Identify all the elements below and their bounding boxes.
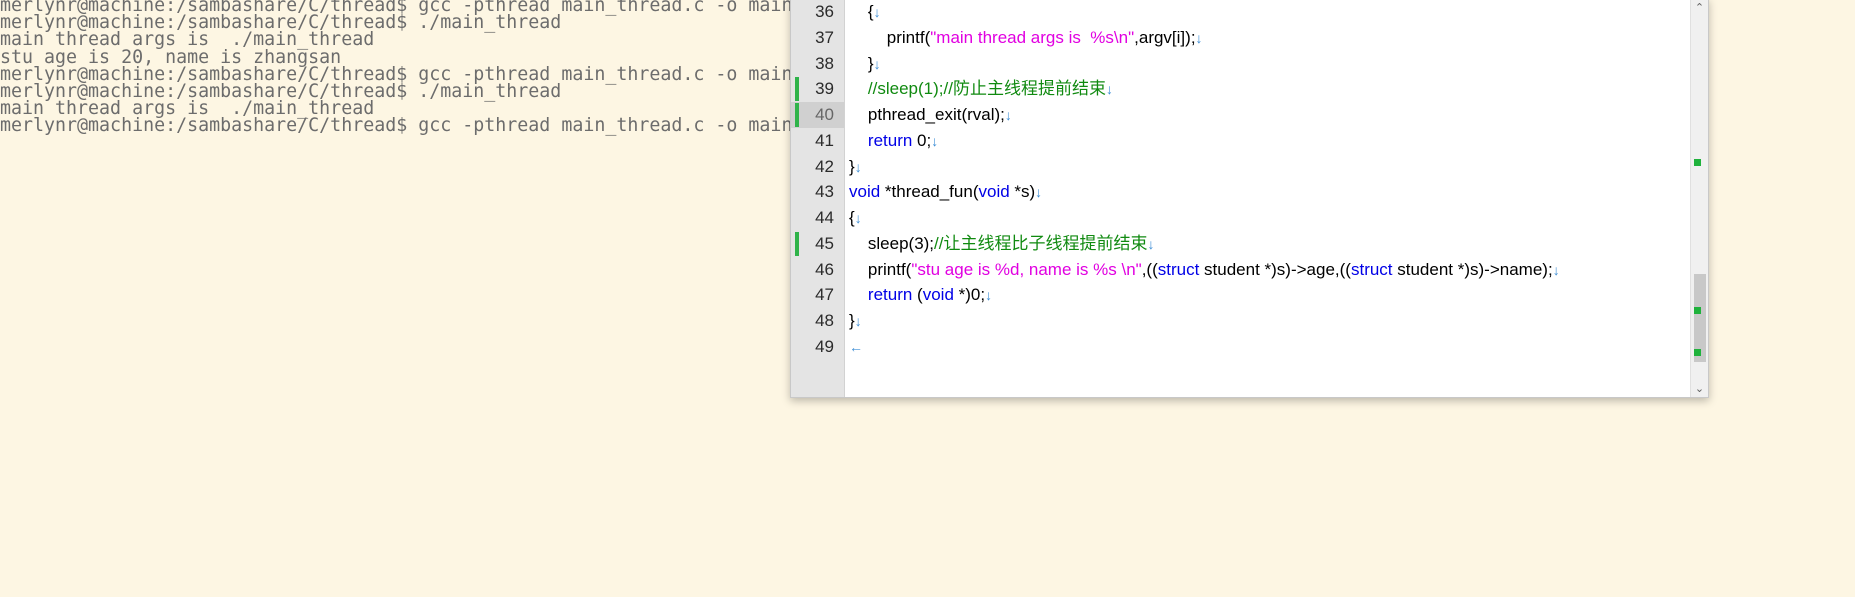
code-text: pthread_exit(rval); [849,105,1005,124]
gutter-row[interactable]: 42 [791,154,844,180]
code-line[interactable]: pthread_exit(rval);↓ [849,102,1012,128]
gutter-row[interactable]: 38 [791,51,844,77]
change-overview-mark [1694,159,1701,166]
code-line[interactable]: {↓ [849,205,862,231]
changed-line-marker [795,103,799,127]
gutter-row[interactable]: 44 [791,205,844,231]
code-text: 0; [912,130,932,150]
line-number: 39 [815,79,834,99]
changed-line-marker [795,231,799,256]
changed-line-marker [795,77,799,101]
code-text: sleep(3); [849,233,935,253]
scroll-up-arrow-icon[interactable]: ⌃ [1691,0,1708,16]
code-text: printf( [849,259,912,279]
line-number: 37 [815,27,834,47]
vertical-scrollbar[interactable]: ⌃ ⌄ [1690,0,1708,397]
code-text: printf( [849,27,931,47]
gutter-row[interactable]: 49 [791,334,844,360]
code-keyword: void [922,285,954,305]
code-line[interactable]: return (void *)0;↓ [849,282,992,308]
code-string: "main thread args is %s\n" [930,27,1135,47]
line-number: 36 [815,2,834,21]
code-line[interactable]: ← [849,334,863,360]
code-text: *)0; [953,285,986,305]
gutter-row[interactable]: 36 [791,0,844,25]
newline-marker-icon: ↓ [1105,81,1113,98]
newline-marker-icon: ↓ [1004,107,1012,123]
code-keyword: struct [1157,259,1200,279]
code-text: student *)s)->age,(( [1199,259,1351,279]
code-keyword: return [867,130,913,150]
code-line[interactable]: printf("main thread args is %s\n",argv[i… [849,25,1203,51]
code-line[interactable]: {↓ [849,0,881,25]
code-keyword: return [867,285,913,305]
newline-marker-icon: ↓ [1552,261,1560,278]
desktop: merlynr@machine:/sambashare/C/thread$ gc… [0,0,1855,597]
newline-marker-icon: ↓ [873,55,881,72]
code-comment: //sleep(1);//防止主线程提前结束 [867,79,1106,99]
newline-marker-icon: ↓ [854,313,862,329]
code-text: ( [912,285,923,305]
line-number: 48 [815,311,834,330]
code-keyword: void [849,182,881,202]
newline-marker-icon: ↓ [1147,235,1155,252]
code-line[interactable]: }↓ [849,308,862,334]
line-number: 38 [815,53,834,73]
line-number: 47 [815,285,834,305]
line-number: 41 [815,130,834,150]
gutter-row[interactable]: 41 [791,128,844,154]
newline-marker-icon: ↓ [985,287,993,304]
code-line[interactable]: }↓ [849,154,862,180]
change-overview-mark [1694,349,1701,356]
line-number: 43 [815,182,834,202]
newline-marker-icon: ↓ [873,4,881,20]
code-line[interactable]: }↓ [849,51,881,77]
line-number: 40 [815,105,834,124]
code-text: } [849,53,874,73]
code-text: { [849,2,874,21]
code-line[interactable]: return 0;↓ [849,128,938,154]
change-overview-mark [1694,307,1701,314]
code-line[interactable]: //sleep(1);//防止主线程提前结束↓ [849,76,1113,102]
gutter-row[interactable]: 47 [791,282,844,308]
terminal-line: main thread args is ./main_thread [0,29,375,51]
code-line[interactable]: printf("stu age is %d, name is %s \n",((… [849,257,1560,283]
code-string: "stu age is %d, name is %s \n" [911,259,1142,279]
code-text: student *)s)->name); [1392,259,1553,279]
code-keyword: struct [1350,259,1393,279]
line-number: 49 [815,336,834,356]
code-text: *thread_fun( [880,182,979,202]
line-number-gutter: 36 37 38 39 40 41 42 43 44 45 46 47 48 49 [791,0,845,397]
gutter-row[interactable]: 48 [791,308,844,334]
line-number: 45 [815,233,834,253]
code-text: ,(( [1141,259,1158,279]
terminal-window[interactable]: merlynr@machine:/sambashare/C/thread$ gc… [0,0,800,597]
newline-marker-icon: ↓ [854,158,862,175]
gutter-row[interactable]: 43 [791,179,844,205]
scroll-down-arrow-icon[interactable]: ⌄ [1691,380,1708,397]
code-keyword: void [978,182,1010,202]
gutter-row[interactable]: 37 [791,25,844,51]
terminal-line: merlynr@machine:/sambashare/C/thread$ gc… [0,115,800,137]
code-area[interactable]: {↓ printf("main thread args is %s\n",arg… [849,0,1649,397]
newline-marker-icon: ↓ [1195,29,1203,46]
line-number: 46 [815,259,834,279]
code-editor-window[interactable]: 36 37 38 39 40 41 42 43 44 45 46 47 48 49 {↓ printf("… [790,0,1709,398]
gutter-row[interactable]: 46 [791,257,844,283]
newline-marker-icon: ↓ [1035,184,1043,201]
code-text: *s) [1009,182,1036,202]
line-number: 42 [815,156,834,176]
line-number: 44 [815,208,834,227]
eof-marker-icon: ← [849,338,863,355]
code-line[interactable]: void *thread_fun(void *s)↓ [849,179,1042,205]
code-comment: //让主线程比子线程提前结束 [934,233,1148,253]
code-line[interactable]: sleep(3);//让主线程比子线程提前结束↓ [849,231,1155,257]
newline-marker-icon: ↓ [931,132,939,149]
code-text: ,argv[i]); [1134,27,1196,47]
newline-marker-icon: ↓ [854,210,862,226]
